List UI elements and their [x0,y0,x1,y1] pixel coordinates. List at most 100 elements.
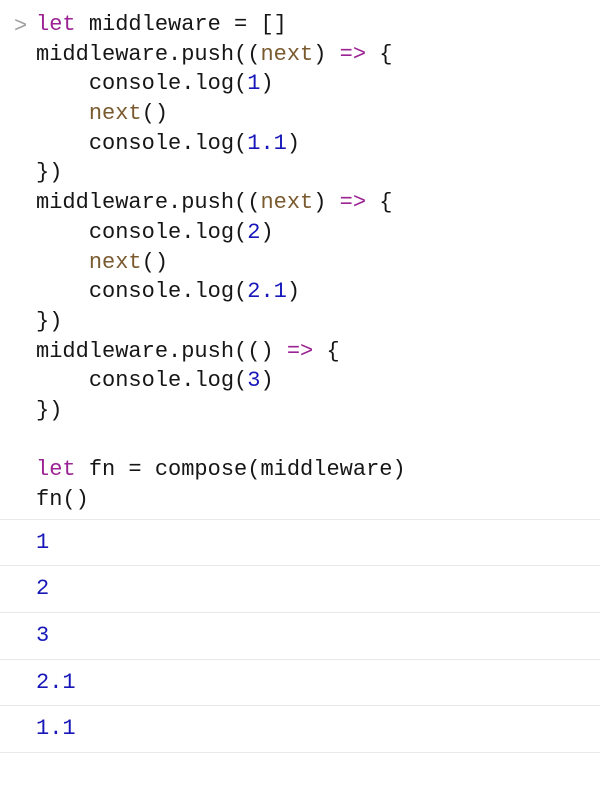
code-token: log [194,71,234,96]
code-token [366,42,379,67]
code-token: ) [49,160,62,185]
code-token: [ [260,12,273,37]
console-input-row[interactable]: > let middleware = [] middleware.push((n… [0,6,600,519]
code-token: 1.1 [247,131,287,156]
code-token: . [168,339,181,364]
code-token: ( [234,339,247,364]
code-token [326,42,339,67]
code-line: }) [36,160,62,185]
code-token [274,339,287,364]
output-gutter [8,668,36,670]
console-output-value: 1 [36,528,600,558]
code-token: . [168,190,181,215]
code-token: ( [142,250,155,275]
code-token: ( [247,457,260,482]
console-input-code[interactable]: let middleware = [] middleware.push((nex… [36,10,600,515]
code-token: ) [49,309,62,334]
code-line: console.log(1.1) [36,131,300,156]
code-token: ) [287,279,300,304]
output-number: 2 [36,576,49,601]
code-token [36,71,89,96]
code-line: console.log(2.1) [36,279,300,304]
code-token [36,220,89,245]
code-token: fn [36,487,62,512]
code-token [36,368,89,393]
output-number: 2.1 [36,670,76,695]
console-output-row: 2 [0,565,600,612]
code-token [221,12,234,37]
code-token: ( [247,339,260,364]
code-line [36,428,49,453]
code-token: ) [260,339,273,364]
code-token: log [194,220,234,245]
output-gutter [8,621,36,623]
code-token [36,101,89,126]
code-token: } [36,309,49,334]
code-token: ( [234,131,247,156]
code-token: let [36,12,76,37]
code-token: log [194,368,234,393]
console-output-list: 1 2 3 2.1 1.1 [0,519,600,753]
code-token: } [36,160,49,185]
code-line: console.log(3) [36,368,274,393]
code-token [36,428,49,453]
code-token: log [194,131,234,156]
code-token: next [89,101,142,126]
code-token: middleware [36,339,168,364]
code-line: middleware.push(() => { [36,339,340,364]
code-token: next [260,42,313,67]
console-output-value: 3 [36,621,600,651]
code-token: ) [76,487,89,512]
code-token: . [181,368,194,393]
code-line: }) [36,398,62,423]
code-token [36,279,89,304]
code-token: ) [155,250,168,275]
code-token: = [128,457,141,482]
code-token: console [89,131,181,156]
code-token: . [181,220,194,245]
code-line: next() [36,250,168,275]
code-token: = [234,12,247,37]
output-number: 1 [36,530,49,555]
code-token [366,190,379,215]
code-token: next [89,250,142,275]
output-gutter [8,714,36,716]
code-token: push [181,190,234,215]
code-token: ) [313,190,326,215]
code-token: ( [234,190,247,215]
code-token: ) [260,368,273,393]
code-token: ( [247,190,260,215]
console-output-row: 1 [0,519,600,566]
code-token [36,250,89,275]
code-token: ( [62,487,75,512]
output-gutter [8,574,36,576]
prompt-icon: > [8,10,36,42]
code-token: fn [89,457,115,482]
code-token: push [181,42,234,67]
code-line: console.log(2) [36,220,274,245]
code-token: middleware [36,42,168,67]
code-token: console [89,220,181,245]
console-output-value: 1.1 [36,714,600,744]
code-token: ) [49,398,62,423]
code-line: }) [36,309,62,334]
output-number: 1.1 [36,716,76,741]
console-panel: > let middleware = [] middleware.push((n… [0,0,600,753]
code-token: . [181,279,194,304]
code-token: 2.1 [247,279,287,304]
code-token: . [168,42,181,67]
code-token: { [379,190,392,215]
code-token: ) [260,220,273,245]
code-token [247,12,260,37]
code-token: log [194,279,234,304]
code-token: } [36,398,49,423]
console-output-row: 3 [0,612,600,659]
code-token: . [181,131,194,156]
code-line: next() [36,101,168,126]
code-token: 2 [247,220,260,245]
code-token: => [340,42,366,67]
code-token [115,457,128,482]
code-token: ) [155,101,168,126]
console-output-value: 2.1 [36,668,600,698]
code-token: ) [313,42,326,67]
